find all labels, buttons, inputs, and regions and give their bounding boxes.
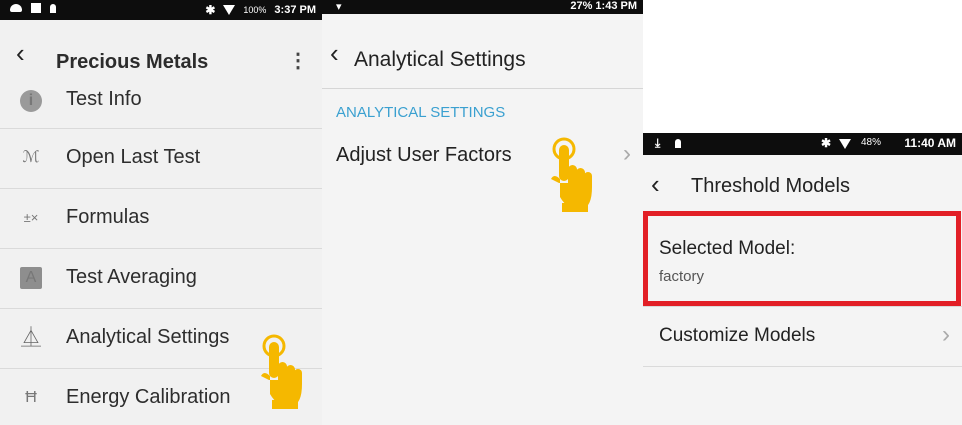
status-time: 11:40 AM xyxy=(904,136,956,150)
averaging-icon: A xyxy=(20,267,42,289)
list-item-label: Test Averaging xyxy=(66,266,197,288)
wifi-icon: ▾ xyxy=(336,1,342,13)
wifi-icon xyxy=(223,5,236,15)
list-item-test-averaging[interactable]: A Test Averaging xyxy=(0,248,322,307)
bluetooth-icon: ✱ xyxy=(205,3,216,17)
selected-model-label: Selected Model: xyxy=(659,238,796,259)
bluetooth-icon: ✱ xyxy=(821,136,832,150)
pointer-hand-icon xyxy=(261,334,302,409)
list-item-customize-models[interactable]: Customize Models › xyxy=(643,307,962,365)
app-bar: ‹ Analytical Settings xyxy=(322,14,643,89)
list-item-label: Customize Models xyxy=(659,325,816,346)
pointer-hand-icon xyxy=(551,137,592,212)
list-item-test-info[interactable]: i Test Info xyxy=(0,88,322,128)
download-icon: ⤓ xyxy=(655,136,661,150)
status-bar: ⤓ ✱ 48% 11:40 AM xyxy=(643,133,962,155)
chevron-left-icon[interactable]: ‹ xyxy=(16,40,25,66)
battery-level: 100% xyxy=(243,5,267,15)
chevron-right-icon: › xyxy=(623,140,631,167)
kebab-menu-icon[interactable]: ⋮ xyxy=(288,48,308,73)
wifi-icon xyxy=(839,139,851,149)
cloud-icon xyxy=(10,4,22,12)
status-time: 3:37 PM xyxy=(274,4,316,16)
chevron-right-icon: › xyxy=(942,321,950,348)
list-item-label: Test Info xyxy=(66,88,142,110)
info-icon: i xyxy=(20,90,42,112)
notification-icon xyxy=(31,3,41,13)
formula-icon: ±× xyxy=(23,210,39,225)
precious-metals-screen: ✱ 100% 3:37 PM ‹ Precious Metals ⋮ i Tes… xyxy=(0,0,322,425)
spectrum-icon: ℳ xyxy=(22,149,40,166)
app-bar: ‹ Threshold Models xyxy=(643,155,962,211)
flask-icon: ⏅ xyxy=(21,327,41,349)
battery-level: 48% xyxy=(861,137,882,148)
status-time: 27% 1:43 PM xyxy=(570,0,637,12)
list-item-label: Formulas xyxy=(66,206,150,228)
divider xyxy=(643,366,962,367)
chevron-left-icon[interactable]: ‹ xyxy=(651,171,660,197)
list-item-label: Analytical Settings xyxy=(66,326,230,348)
location-icon xyxy=(50,3,56,13)
status-bar: ▾ 27% 1:43 PM xyxy=(322,0,643,14)
page-title: Threshold Models xyxy=(691,175,850,197)
page-title: Analytical Settings xyxy=(354,48,526,71)
list-item-label: Energy Calibration xyxy=(66,386,231,408)
location-icon xyxy=(675,139,681,148)
selected-model-value: factory xyxy=(659,268,705,285)
analytical-settings-screen: ▾ 27% 1:43 PM ‹ Analytical Settings ANAL… xyxy=(322,0,643,425)
list-item-label: Adjust User Factors xyxy=(336,144,512,166)
chevron-left-icon[interactable]: ‹ xyxy=(330,40,339,66)
list-item-label: Open Last Test xyxy=(66,146,201,168)
list-item-open-last-test[interactable]: ℳ Open Last Test xyxy=(0,128,322,187)
status-bar: ✱ 100% 3:37 PM xyxy=(0,0,322,20)
page-title: Precious Metals xyxy=(56,51,209,73)
calibration-icon: Ħ xyxy=(25,389,37,406)
selected-model-row[interactable]: Selected Model: factory xyxy=(643,216,962,302)
app-bar: ‹ Precious Metals ⋮ xyxy=(0,20,322,88)
list-item-formulas[interactable]: ±× Formulas xyxy=(0,188,322,247)
section-header: ANALYTICAL SETTINGS xyxy=(336,104,506,121)
threshold-models-screen: ⤓ ✱ 48% 11:40 AM ‹ Threshold Models Sele… xyxy=(643,133,962,425)
